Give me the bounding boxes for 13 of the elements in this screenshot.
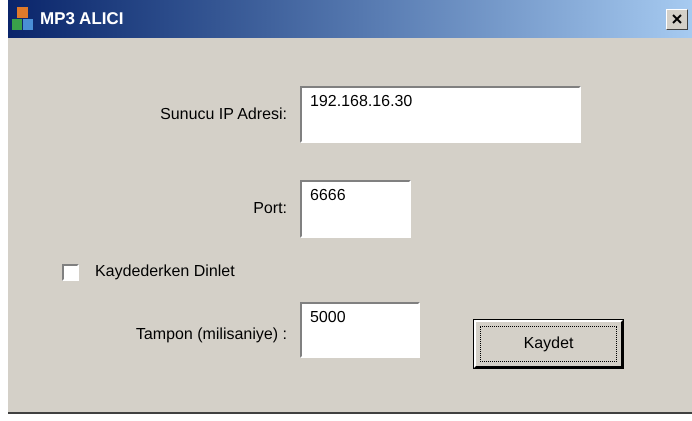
field-label: Port: [252,199,288,219]
field-label: Tampon (milisaniye) : [134,325,288,345]
close-icon [672,14,682,24]
checkbox[interactable] [62,264,79,280]
text-field[interactable]: 5000 [300,302,420,358]
close-button[interactable] [666,8,688,30]
field-label: Sunucu IP Adresi: [159,104,288,124]
save-button[interactable]: Kaydet [474,320,623,368]
app-icon [12,7,34,31]
text-field[interactable]: 192.168.16.30 [300,86,581,143]
text-field[interactable]: 6666 [300,180,411,238]
window-title: MP3 ALICI [40,8,124,30]
checkbox-label: Kaydederken Dinlet [95,262,235,282]
